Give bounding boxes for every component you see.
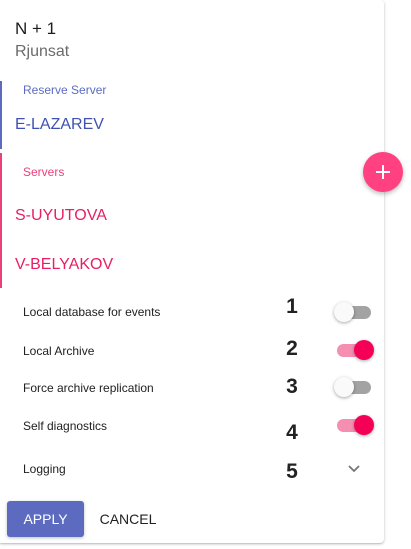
- self-diagnostics-toggle[interactable]: [334, 414, 374, 436]
- option-number: 5: [286, 460, 298, 483]
- toggle-thumb: [354, 340, 374, 360]
- option-number: 3: [286, 375, 298, 398]
- reserve-server-label: Reserve Server: [23, 83, 107, 97]
- page-title: N + 1: [15, 19, 57, 38]
- server-item-v-belyakov[interactable]: V-BELYAKOV: [15, 256, 113, 274]
- servers-section: Servers S-UYUTOVA V-BELYAKOV: [0, 153, 113, 288]
- chevron-down-icon[interactable]: [346, 462, 362, 476]
- add-server-button[interactable]: [363, 152, 403, 192]
- local-database-toggle[interactable]: [334, 301, 374, 323]
- option-label-local-database: Local database for events: [23, 305, 161, 319]
- plus-icon: [382, 165, 384, 179]
- option-label-local-archive: Local Archive: [23, 344, 95, 358]
- toggle-thumb: [334, 377, 354, 397]
- page-subtitle: Rjunsat: [15, 43, 70, 60]
- reserve-server-item[interactable]: E-LAZAREV: [15, 116, 104, 134]
- apply-button[interactable]: APPLY: [7, 501, 84, 537]
- servers-label: Servers: [23, 165, 65, 179]
- option-label-force-archive-replication: Force archive replication: [23, 381, 154, 395]
- toggle-thumb: [354, 415, 374, 435]
- settings-card: N + 1 Rjunsat Reserve Server E-LAZAREV S…: [0, 0, 384, 543]
- toggle-thumb: [334, 302, 354, 322]
- option-number: 2: [286, 337, 298, 360]
- cancel-button[interactable]: CANCEL: [92, 501, 164, 537]
- option-number: 1: [286, 295, 298, 318]
- option-label-logging: Logging: [23, 462, 66, 476]
- reserve-server-section: Reserve Server E-LAZAREV: [0, 81, 106, 149]
- option-label-self-diagnostics: Self diagnostics: [23, 419, 108, 433]
- force-archive-replication-toggle[interactable]: [334, 376, 374, 398]
- server-item-s-uyutova[interactable]: S-UYUTOVA: [15, 207, 107, 225]
- option-number: 4: [286, 421, 298, 444]
- local-archive-toggle[interactable]: [334, 339, 374, 361]
